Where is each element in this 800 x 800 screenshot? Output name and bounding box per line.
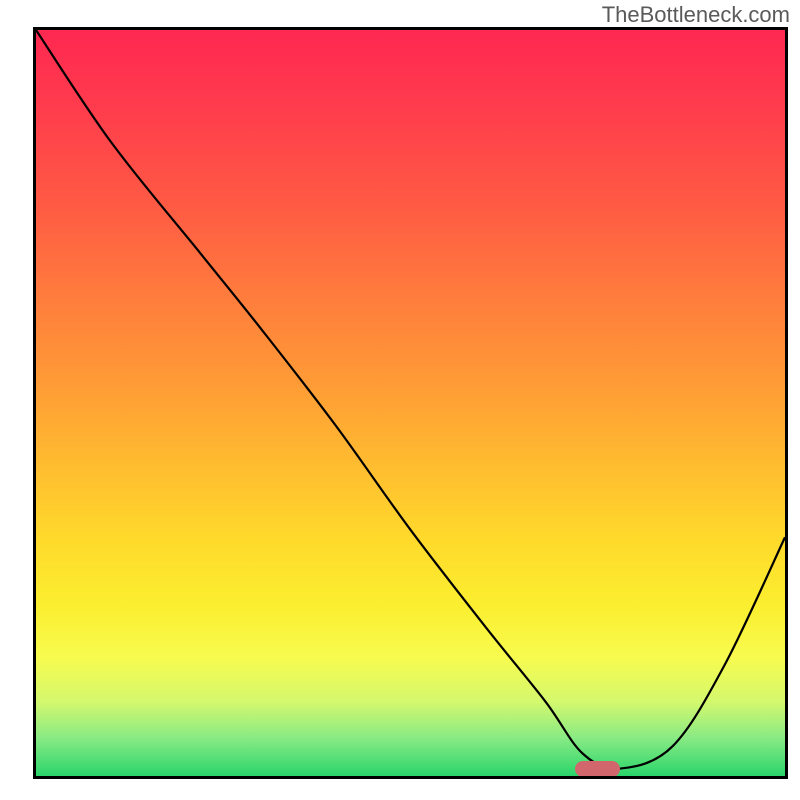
watermark-text: TheBottleneck.com xyxy=(602,2,790,28)
optimal-point-marker xyxy=(575,761,620,777)
bottleneck-curve xyxy=(36,30,785,776)
chart-frame xyxy=(33,27,788,779)
